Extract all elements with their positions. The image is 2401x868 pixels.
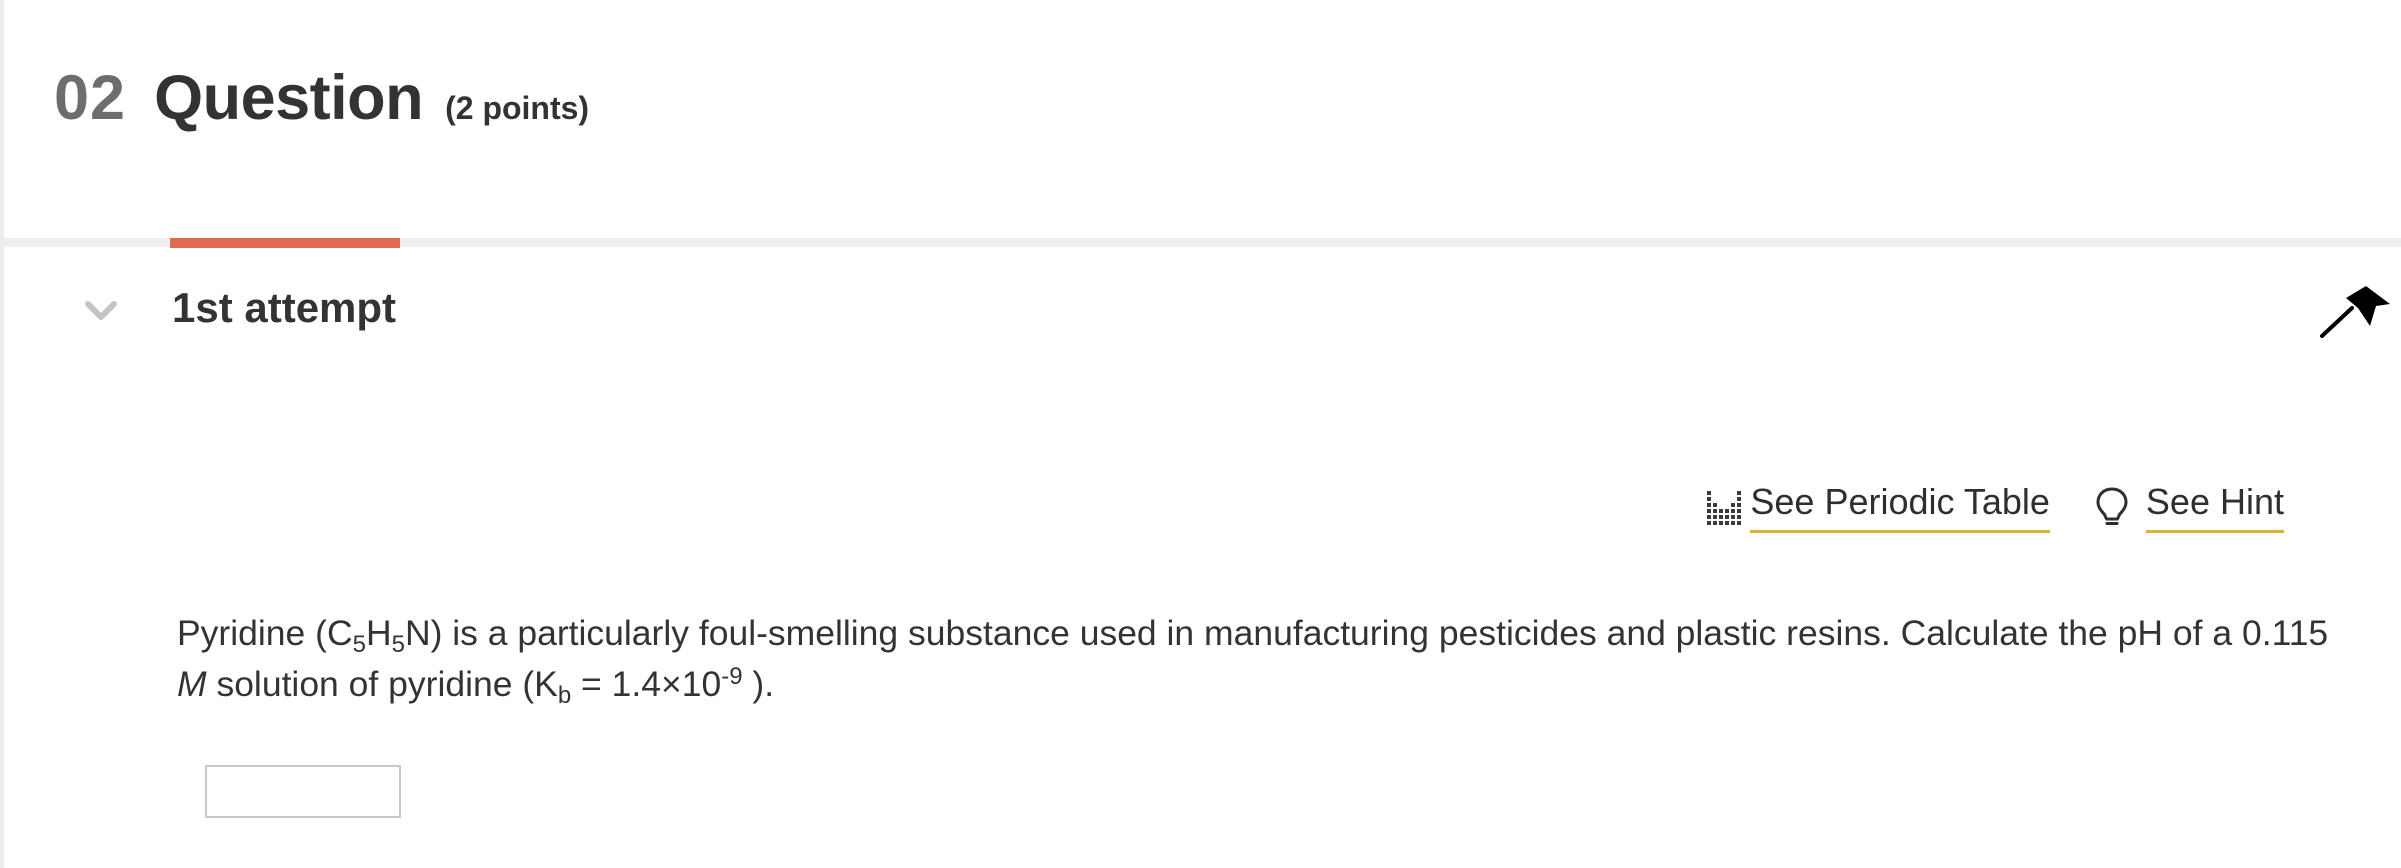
superscript: -9 [721,663,743,690]
prompt-text: N) is a particularly foul-smelling subst… [404,613,2329,653]
question-points: (2 points) [445,90,590,126]
see-periodic-table-label[interactable]: See Periodic Table [1750,480,2050,533]
prompt-text: ). [742,664,775,704]
prompt-text: Pyridine (C [177,613,353,653]
periodic-table-icon [1707,490,1742,525]
question-number: 02 [54,63,127,133]
see-hint-link[interactable]: See Hint [2094,480,2284,533]
chevron-down-icon[interactable] [84,296,118,324]
prompt-text: H [365,613,392,653]
attempt-title[interactable]: 1st attempt [172,284,396,332]
helper-links: See Periodic Table See Hint [1704,480,2284,533]
subscript: b [557,682,572,709]
prompt-text: = 1.4×10 [571,664,722,704]
flag-icon[interactable] [2318,284,2392,340]
question-title: Question [154,63,424,133]
attempt-tab-active-indicator[interactable] [170,238,400,248]
prompt-text: solution of pyridine (K [206,664,558,704]
lightbulb-icon [2096,487,2128,525]
molarity-unit: M [177,664,207,704]
question-header: 02 Question (2 points) [54,62,589,134]
left-border [0,0,4,868]
subscript: 5 [352,631,366,658]
question-page: 02 Question (2 points) 1st attempt See P… [0,0,2401,868]
answer-input[interactable] [205,765,401,818]
see-periodic-table-link[interactable]: See Periodic Table [1704,480,2050,533]
question-prompt: Pyridine (C5H5N) is a particularly foul-… [177,608,2357,710]
see-hint-label[interactable]: See Hint [2145,480,2284,533]
subscript: 5 [391,631,405,658]
